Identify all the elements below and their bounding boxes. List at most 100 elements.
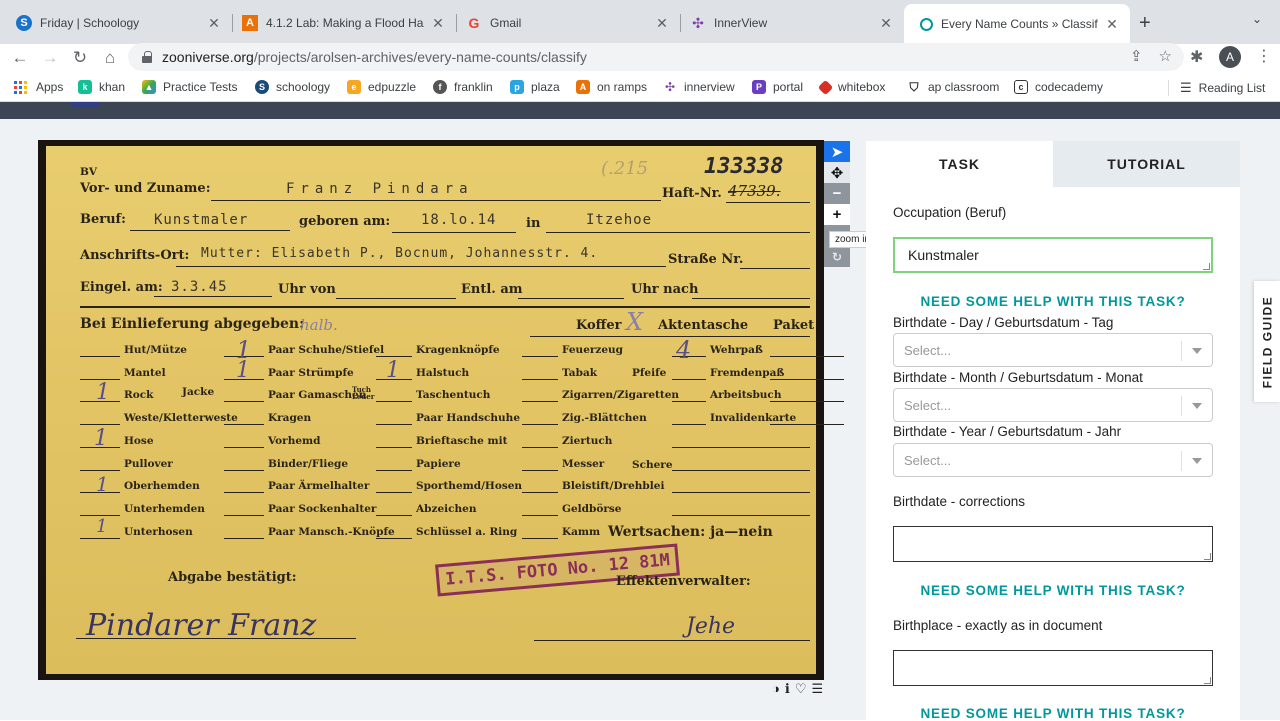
bookmark-label: khan xyxy=(99,80,126,94)
item-blank-line xyxy=(224,514,264,516)
address-bar[interactable]: zooniverse.org/projects/arolsen-archives… xyxy=(128,43,1184,71)
bookmark-schoology[interactable]: S schoology xyxy=(255,80,330,94)
reload-icon[interactable]: ↻ xyxy=(68,46,92,70)
back-arrow-icon[interactable]: ← xyxy=(8,46,32,70)
occupation-input[interactable]: Kunstmaler xyxy=(893,237,1213,273)
item-blank-line xyxy=(224,537,264,539)
corrections-input[interactable] xyxy=(893,526,1213,562)
close-icon[interactable]: ✕ xyxy=(430,15,446,32)
item-blank-line xyxy=(770,401,844,403)
occupation-value: Kunstmaler xyxy=(908,247,979,263)
site-header xyxy=(0,102,1280,119)
help-link-birthdate[interactable]: NEED SOME HELP WITH THIS TASK? xyxy=(893,583,1213,598)
browser-tab-every-name-counts[interactable]: Every Name Counts » Classify ✕ xyxy=(904,4,1130,44)
bookmark-edpuzzle[interactable]: e edpuzzle xyxy=(347,80,416,94)
item-blank-line xyxy=(80,424,120,426)
extensions-puzzle-icon[interactable]: ✱ xyxy=(1190,47,1203,67)
franklin-icon: f xyxy=(433,80,447,94)
bookmark-whitebox[interactable]: whitebox xyxy=(817,79,885,95)
invert-contrast-icon[interactable]: ◑ xyxy=(772,681,780,697)
select-pointer-icon[interactable]: ➤ xyxy=(824,141,850,162)
bookmark-franklin[interactable]: f franklin xyxy=(433,80,493,94)
item-blank-line xyxy=(522,446,558,448)
mark-oberhemden: 1 xyxy=(96,472,109,496)
tab-tutorial[interactable]: TUTORIAL xyxy=(1053,141,1240,187)
share-icon[interactable]: ⇪ xyxy=(1130,47,1143,65)
close-icon[interactable]: ✕ xyxy=(654,15,670,32)
star-icon[interactable]: ☆ xyxy=(1159,47,1172,65)
bookmark-label: innerview xyxy=(684,80,735,94)
bookmark-ap-classroom[interactable]: ⛉ ap classroom xyxy=(907,80,1000,95)
item-label: Hose xyxy=(124,434,154,447)
birthplace-input[interactable] xyxy=(893,650,1213,686)
item-label: Weste/Kletterweste xyxy=(124,412,238,425)
birth-year-select[interactable]: Select... xyxy=(893,443,1213,477)
zoom-out-icon[interactable]: − xyxy=(824,183,850,204)
browser-tab-flood-lab[interactable]: A 4.1.2 Lab: Making a Flood Haza ✕ xyxy=(226,6,456,40)
reading-list[interactable]: ☰ Reading List xyxy=(1180,80,1265,96)
occupation-label: Occupation (Beruf) xyxy=(893,205,1007,220)
codecademy-icon: c xyxy=(1014,80,1028,94)
item-blank-line xyxy=(376,492,412,494)
portal-icon: P xyxy=(752,80,766,94)
item-label: Kamm xyxy=(562,525,601,538)
bookmark-on-ramps[interactable]: A on ramps xyxy=(576,80,647,94)
tab-task[interactable]: TASK xyxy=(866,141,1053,187)
item-label: Paar Sockenhalter xyxy=(268,502,377,515)
item-blank-line xyxy=(522,492,558,494)
item-blank-line xyxy=(770,424,844,426)
favorite-heart-icon[interactable]: ♡ xyxy=(795,681,807,697)
browser-toolbar: ← → ↻ ⌂ zooniverse.org/projects/arolsen-… xyxy=(0,43,1280,74)
item-label: Vorhemd xyxy=(268,434,321,447)
bookmark-innerview[interactable]: ✣ innerview xyxy=(663,80,735,94)
drive-icon: ▲ xyxy=(142,80,156,94)
zoom-in-icon[interactable]: + xyxy=(824,204,850,225)
bookmark-portal[interactable]: P portal xyxy=(752,80,803,94)
avatar[interactable]: A xyxy=(1219,46,1241,68)
corrections-label: Birthdate - corrections xyxy=(893,494,1026,509)
new-tab-icon[interactable]: + xyxy=(1139,12,1151,35)
home-icon[interactable]: ⌂ xyxy=(98,46,122,70)
item-blank-line xyxy=(224,424,264,426)
bookmark-label: ap classroom xyxy=(928,80,1000,94)
bookmark-codecademy[interactable]: c codecademy xyxy=(1014,80,1103,94)
birth-day-select[interactable]: Select... xyxy=(893,333,1213,367)
close-icon[interactable]: ✕ xyxy=(206,15,222,32)
browser-tab-innerview[interactable]: ✣ InnerView ✕ xyxy=(674,6,904,40)
close-icon[interactable]: ✕ xyxy=(1104,16,1120,33)
subject-viewer[interactable]: BV (.215 133338 Vor- und Zuname: Franz P… xyxy=(38,140,844,680)
help-link-birthplace[interactable]: NEED SOME HELP WITH THIS TASK? xyxy=(893,706,1213,721)
item-label: Mantel xyxy=(124,366,166,379)
label-in: in xyxy=(526,216,541,231)
more-menu-icon[interactable]: ⋮ xyxy=(1256,46,1272,66)
birth-day-label: Birthdate - Day / Geburtsdatum - Tag xyxy=(893,315,1114,330)
item-label: Abzeichen xyxy=(416,502,477,515)
help-link-occupation[interactable]: NEED SOME HELP WITH THIS TASK? xyxy=(893,294,1213,309)
label-bei-einlieferung: Bei Einlieferung abgegeben: xyxy=(80,316,305,332)
move-icon[interactable]: ✥ xyxy=(824,162,850,183)
bookmark-khan[interactable]: k khan xyxy=(78,80,125,94)
tab-title: Gmail xyxy=(490,16,522,30)
chevron-down-icon xyxy=(1192,348,1202,354)
bookmark-label: Apps xyxy=(36,80,64,94)
on-ramps-icon: A xyxy=(576,80,590,94)
close-icon[interactable]: ✕ xyxy=(878,15,894,32)
bookmark-apps[interactable]: Apps xyxy=(14,80,63,94)
info-icon[interactable]: ℹ xyxy=(785,681,790,697)
bookmark-plaza[interactable]: p plaza xyxy=(510,80,560,94)
browser-tab-gmail[interactable]: G Gmail ✕ xyxy=(450,6,680,40)
browser-tab-schoology[interactable]: S Friday | Schoology ✕ xyxy=(0,6,232,40)
item-label: Taschentuch xyxy=(416,389,491,402)
chevron-down-icon[interactable]: ⌄ xyxy=(1252,12,1262,26)
item-blank-line xyxy=(80,469,120,471)
item-blank-line xyxy=(376,401,412,403)
collections-list-icon[interactable]: ☰ xyxy=(811,681,823,697)
reset-icon[interactable]: ↻ xyxy=(824,246,850,267)
forward-arrow-icon[interactable]: → xyxy=(38,46,62,70)
item-blank-line xyxy=(522,356,558,357)
field-guide-tab[interactable]: FIELD GUIDE xyxy=(1254,281,1280,402)
archive-card-image: BV (.215 133338 Vor- und Zuname: Franz P… xyxy=(46,146,844,674)
bookmark-practice-tests[interactable]: ▲ Practice Tests xyxy=(142,80,237,94)
birth-month-select[interactable]: Select... xyxy=(893,388,1213,422)
item-blank-line xyxy=(376,356,412,357)
